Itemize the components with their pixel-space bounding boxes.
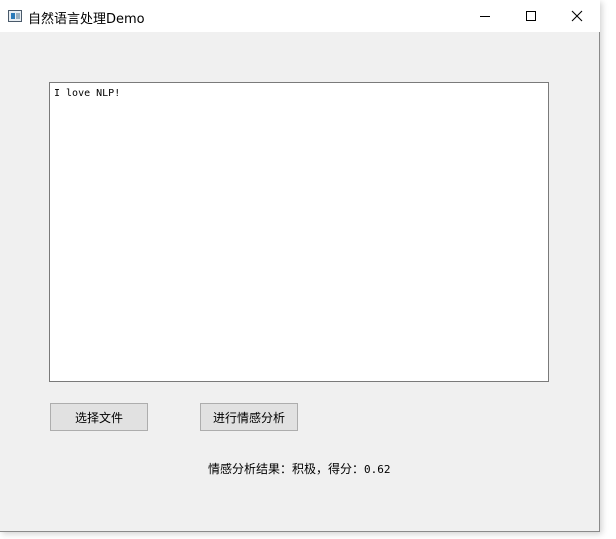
title-bar[interactable]: 自然语言处理Demo (0, 0, 600, 32)
minimize-button[interactable] (462, 0, 508, 32)
minimize-icon (480, 15, 490, 17)
text-input-area[interactable]: I love NLP! (49, 82, 549, 382)
window-title: 自然语言处理Demo (28, 12, 145, 27)
close-icon (571, 10, 583, 22)
select-file-button[interactable]: 选择文件 (50, 403, 148, 431)
analyze-sentiment-button[interactable]: 进行情感分析 (200, 403, 298, 431)
maximize-icon (526, 11, 536, 21)
sentiment-result: 情感分析结果：积极，得分：0.62 (208, 460, 391, 477)
sentiment-score: 0.62 (364, 463, 391, 476)
sentiment-result-label: 情感分析结果：积极，得分： (208, 462, 365, 476)
app-window: 自然语言处理Demo I love NLP! 选择文件 进行情感分析 情感分析结… (0, 0, 600, 532)
close-button[interactable] (554, 0, 600, 32)
app-window-icon (8, 10, 22, 22)
maximize-button[interactable] (508, 0, 554, 32)
